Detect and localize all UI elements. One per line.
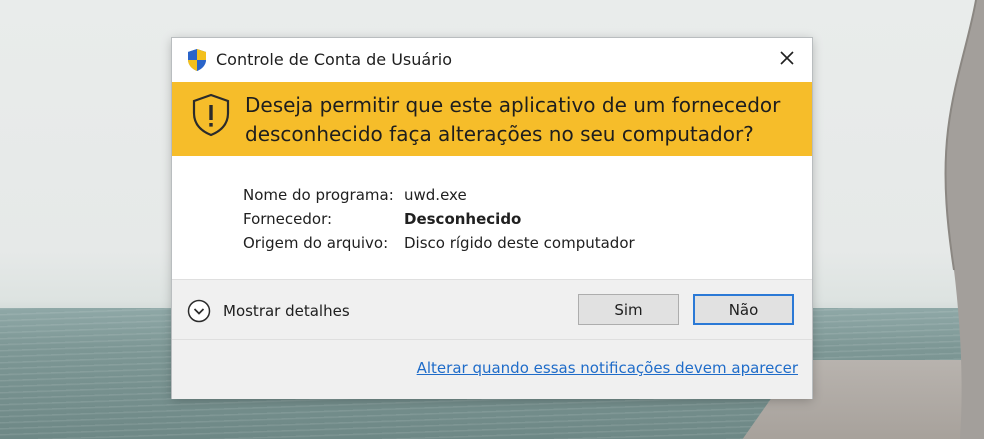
warning-banner: Deseja permitir que este aplicativo de u… <box>172 82 812 156</box>
yes-button[interactable]: Sim <box>578 294 679 325</box>
detail-row-origin: Origem do arquivo: Disco rígido deste co… <box>243 231 635 255</box>
detail-value: Desconhecido <box>404 210 522 228</box>
close-button[interactable] <box>772 43 802 73</box>
detail-label: Origem do arquivo: <box>243 234 389 252</box>
change-notification-settings-link[interactable]: Alterar quando essas notificações devem … <box>417 359 798 377</box>
program-details: Nome do programa: uwd.exe Fornecedor: De… <box>243 183 635 255</box>
detail-row-program: Nome do programa: uwd.exe <box>243 183 635 207</box>
detail-label: Nome do programa: <box>243 186 394 204</box>
concrete-sculpture <box>944 0 984 439</box>
detail-value: uwd.exe <box>404 186 467 204</box>
detail-value: Disco rígido deste computador <box>404 234 635 252</box>
dialog-title: Controle de Conta de Usuário <box>216 50 453 69</box>
title-bar: Controle de Conta de Usuário <box>172 38 812 82</box>
warning-shield-icon <box>192 93 230 137</box>
show-details-label: Mostrar detalhes <box>223 302 350 320</box>
detail-row-publisher: Fornecedor: Desconhecido <box>243 207 635 231</box>
show-details-toggle[interactable]: Mostrar detalhes <box>187 299 350 323</box>
link-bar: Alterar quando essas notificações devem … <box>172 339 812 399</box>
detail-label: Fornecedor: <box>243 210 333 228</box>
uac-question: Deseja permitir que este aplicativo de u… <box>245 93 781 146</box>
action-bar: Mostrar detalhes Sim Não <box>172 279 812 340</box>
uac-shield-icon <box>188 49 206 71</box>
no-button[interactable]: Não <box>693 294 794 325</box>
uac-dialog: Controle de Conta de Usuário Deseja perm… <box>172 38 812 399</box>
desktop-background: Controle de Conta de Usuário Deseja perm… <box>0 0 984 439</box>
close-icon <box>780 51 794 65</box>
chevron-down-circle-icon <box>187 299 211 323</box>
